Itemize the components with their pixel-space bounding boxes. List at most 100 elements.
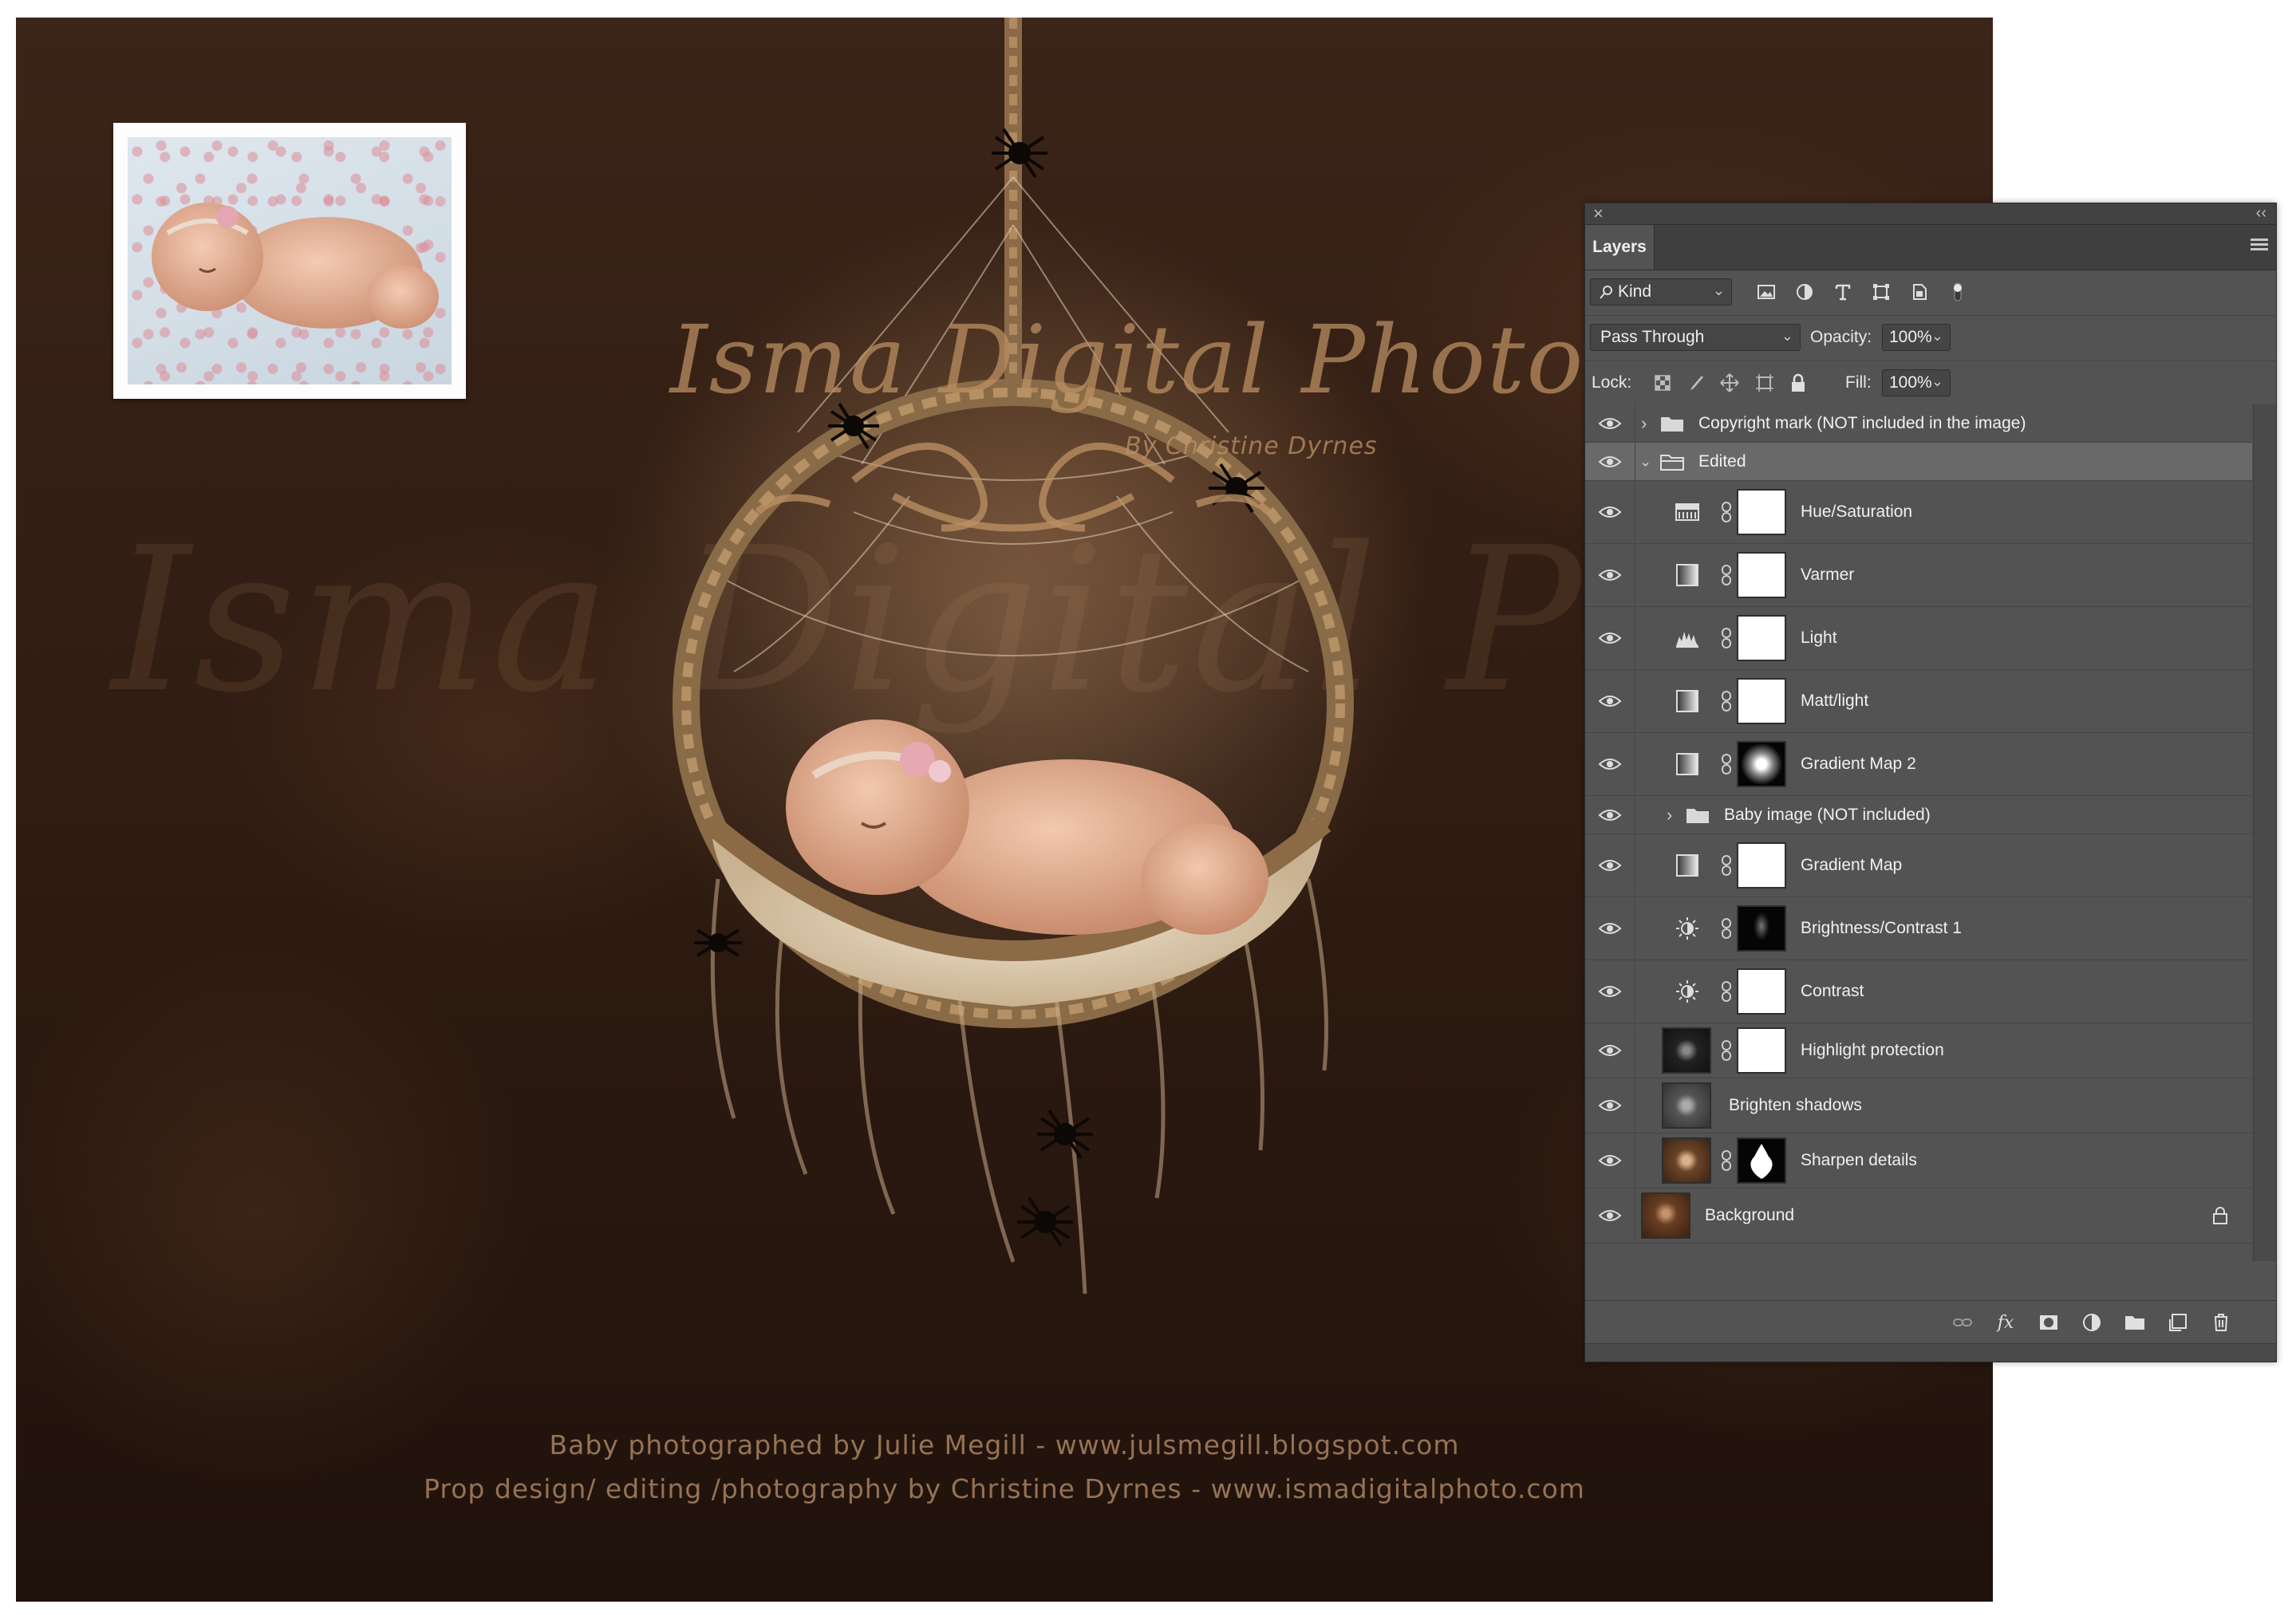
eye-visibility-icon[interactable] (1598, 857, 1622, 873)
layer-row[interactable]: Brightness/Contrast 1 (1585, 897, 2252, 960)
link-icon[interactable] (1721, 1150, 1732, 1171)
eye-visibility-icon[interactable] (1598, 920, 1622, 936)
fx-icon[interactable]: fx (1994, 1311, 2018, 1334)
filter-kind-label: Kind (1618, 282, 1652, 301)
lock-artboard-icon[interactable] (1754, 372, 1775, 393)
panel-resize-bar[interactable] (1585, 1343, 2276, 1362)
eye-visibility-icon[interactable] (1598, 693, 1622, 709)
link-icon[interactable] (1721, 691, 1732, 711)
lock-label: Lock: (1592, 373, 1632, 392)
chevron-right-icon[interactable]: › (1667, 805, 1672, 826)
layer-row[interactable]: › Baby image (NOT included) (1585, 796, 2252, 834)
add-mask-icon[interactable] (2037, 1311, 2061, 1334)
link-icon[interactable] (1721, 628, 1732, 648)
layer-thumbnail[interactable] (1662, 1027, 1711, 1074)
new-layer-icon[interactable] (2166, 1311, 2190, 1334)
link-layers-icon[interactable] (1951, 1311, 1974, 1334)
link-icon[interactable] (1721, 502, 1732, 522)
delete-layer-icon[interactable] (2209, 1311, 2233, 1334)
tab-layers[interactable]: Layers (1585, 225, 1655, 270)
eye-visibility-icon[interactable] (1598, 807, 1622, 823)
blend-mode-select[interactable]: Pass Through ⌄ (1590, 324, 1801, 351)
lock-fill-row: Lock: Fill: 100% ⌄ (1585, 361, 2276, 407)
fill-input[interactable]: 100% ⌄ (1882, 369, 1951, 396)
layer-mask-thumbnail[interactable] (1737, 552, 1786, 598)
link-icon[interactable] (1721, 1040, 1732, 1061)
layer-row[interactable]: Sharpen details (1585, 1133, 2252, 1188)
close-panel-icon[interactable]: × (1593, 204, 1604, 223)
layer-row[interactable]: Contrast (1585, 960, 2252, 1023)
link-icon[interactable] (1721, 918, 1732, 939)
layer-thumbnail[interactable] (1662, 1082, 1711, 1129)
layer-row[interactable]: Gradient Map 2 (1585, 733, 2252, 796)
panel-tab-row: Layers (1585, 225, 2276, 270)
blend-opacity-row: Pass Through ⌄ Opacity: 100% ⌄ (1585, 316, 2276, 361)
eye-visibility-icon[interactable] (1598, 567, 1622, 583)
layer-mask-thumbnail[interactable] (1737, 1027, 1786, 1074)
layer-row[interactable]: › Copyright mark (NOT included in the im… (1585, 404, 2252, 443)
layer-row[interactable]: Light (1585, 607, 2252, 670)
filter-kind-select[interactable]: Kind ⌄ (1590, 278, 1732, 305)
lock-all-icon[interactable] (1788, 372, 1809, 393)
layer-row[interactable]: Hue/Saturation (1585, 481, 2252, 544)
layer-mask-thumbnail[interactable] (1737, 615, 1786, 661)
gradient-map-icon (1676, 854, 1698, 877)
adjustment-layer-filter-icon[interactable] (1793, 280, 1817, 304)
eye-visibility-icon[interactable] (1598, 1153, 1622, 1169)
smart-object-filter-icon[interactable] (1907, 280, 1931, 304)
link-icon[interactable] (1721, 754, 1732, 774)
layer-row[interactable]: Varmer (1585, 544, 2252, 607)
filter-toggle-icon[interactable] (1946, 280, 1970, 304)
shape-layer-filter-icon[interactable] (1869, 280, 1893, 304)
chevron-down-icon[interactable]: ⌄ (1639, 453, 1651, 470)
eye-visibility-icon[interactable] (1598, 630, 1622, 646)
layer-row[interactable]: Matt/light (1585, 670, 2252, 733)
eye-visibility-icon[interactable] (1598, 504, 1622, 520)
chevron-right-icon[interactable]: › (1641, 413, 1647, 434)
layer-mask-thumbnail[interactable] (1737, 1137, 1786, 1184)
new-group-icon[interactable] (2123, 1311, 2147, 1334)
layer-row[interactable]: Background (1585, 1188, 2252, 1244)
eye-visibility-icon[interactable] (1598, 983, 1622, 999)
eye-visibility-icon[interactable] (1598, 1208, 1622, 1224)
levels-icon (1676, 632, 1698, 648)
link-icon[interactable] (1721, 981, 1732, 1002)
lock-position-icon[interactable] (1719, 372, 1740, 393)
layer-thumbnail[interactable] (1662, 1137, 1711, 1184)
opacity-input[interactable]: 100% ⌄ (1882, 324, 1951, 351)
layer-mask-thumbnail[interactable] (1737, 489, 1786, 535)
eye-visibility-icon[interactable] (1598, 756, 1622, 772)
layer-mask-thumbnail[interactable] (1737, 905, 1786, 952)
link-icon[interactable] (1721, 855, 1732, 876)
layer-row[interactable]: ⌄ Edited (1585, 443, 2252, 481)
panel-menu-icon[interactable] (2251, 236, 2268, 253)
layer-row[interactable]: Brighten shadows (1585, 1078, 2252, 1133)
collapse-panel-icon[interactable]: ‹‹ (2256, 203, 2266, 223)
layer-name: Gradient Map 2 (1801, 755, 1916, 773)
chevron-down-icon[interactable]: ⌄ (1931, 373, 1943, 390)
layer-mask-thumbnail[interactable] (1737, 678, 1786, 724)
eye-visibility-icon[interactable] (1598, 416, 1622, 432)
layer-list-scrollbar[interactable] (2253, 404, 2276, 1261)
new-adjustment-icon[interactable] (2080, 1311, 2104, 1334)
chevron-down-icon[interactable]: ⌄ (1931, 328, 1943, 345)
link-icon[interactable] (1721, 565, 1732, 585)
eye-visibility-icon[interactable] (1598, 1043, 1622, 1058)
layer-name: Background (1705, 1206, 1795, 1224)
lock-transparent-pixels-icon[interactable] (1652, 372, 1673, 393)
layer-mask-thumbnail[interactable] (1737, 842, 1786, 889)
eye-visibility-icon[interactable] (1598, 1098, 1622, 1113)
layer-row[interactable]: Highlight protection (1585, 1023, 2252, 1078)
layer-name: Gradient Map (1801, 856, 1903, 874)
layer-mask-thumbnail[interactable] (1737, 968, 1786, 1015)
layer-thumbnail[interactable] (1641, 1192, 1690, 1239)
layer-mask-thumbnail[interactable] (1737, 741, 1786, 787)
lock-image-pixels-icon[interactable] (1686, 372, 1706, 393)
layer-filter-row: Kind ⌄ (1585, 270, 2276, 316)
layers-panel: × ‹‹ Layers Kind ⌄ Pass Through ⌄ Opacit… (1584, 203, 2277, 1362)
eye-visibility-icon[interactable] (1598, 454, 1622, 470)
layer-name: Varmer (1801, 566, 1855, 584)
type-layer-filter-icon[interactable] (1831, 280, 1855, 304)
layer-row[interactable]: Gradient Map (1585, 834, 2252, 897)
pixel-layer-filter-icon[interactable] (1754, 280, 1778, 304)
